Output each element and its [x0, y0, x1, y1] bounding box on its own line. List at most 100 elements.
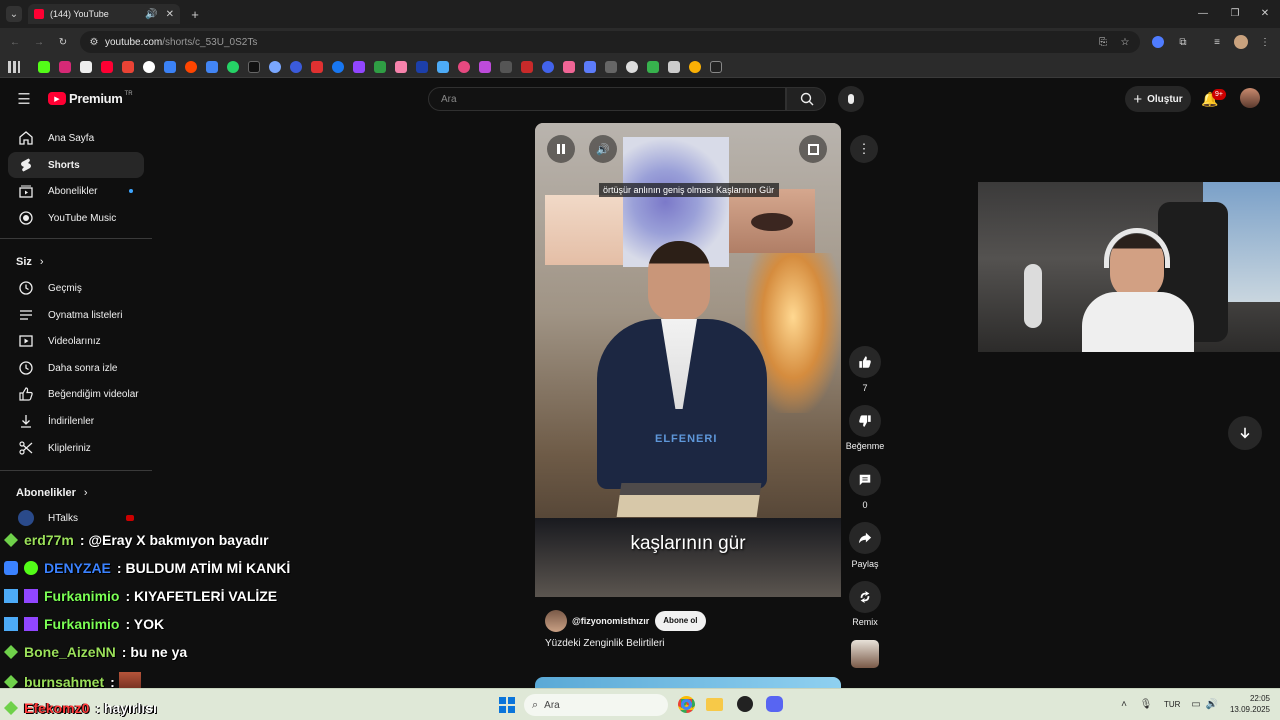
sidebar-item-playlists[interactable]: Oynatma listeleri — [8, 302, 144, 328]
tray-volume-icon[interactable]: 🔊 — [1206, 698, 1218, 710]
search-button[interactable] — [786, 87, 826, 111]
bookmark-icon[interactable] — [521, 61, 533, 73]
pause-button[interactable] — [547, 135, 575, 163]
sidebar-item-history[interactable]: Geçmiş — [8, 275, 144, 301]
bookmark-x-icon[interactable] — [80, 61, 92, 73]
like-button[interactable] — [849, 346, 881, 378]
profile-avatar-icon[interactable] — [1234, 35, 1248, 49]
browser-tab[interactable]: (144) YouTube 🔊 ✕ — [28, 4, 180, 24]
hamburger-menu-icon[interactable]: ☰ — [16, 91, 32, 108]
bookmark-facebook-icon[interactable] — [332, 61, 344, 73]
bookmark-gmail-icon[interactable] — [122, 61, 134, 73]
bookmark-icon[interactable] — [710, 61, 722, 73]
bookmark-star-icon[interactable]: ☆ — [1118, 35, 1132, 49]
subscribe-button[interactable]: Abone ol — [655, 611, 706, 631]
media-controls-icon[interactable]: ≡ — [1210, 35, 1224, 49]
window-close-icon[interactable]: ✕ — [1258, 6, 1272, 20]
bookmark-icon[interactable] — [290, 61, 302, 73]
bookmark-icon[interactable] — [374, 61, 386, 73]
voice-search-button[interactable] — [838, 86, 864, 112]
start-button[interactable] — [499, 697, 515, 713]
tab-audio-icon[interactable]: 🔊 — [145, 9, 157, 20]
sidebar-item-downloads[interactable]: İndirilenler — [8, 408, 144, 434]
chrome-taskbar-icon[interactable] — [678, 696, 695, 713]
bookmark-icon[interactable] — [437, 61, 449, 73]
volume-button[interactable]: 🔊 — [589, 135, 617, 163]
reload-icon[interactable]: ↻ — [56, 35, 70, 49]
extensions-icon[interactable]: ⧉ — [1176, 35, 1190, 49]
bookmark-icon[interactable] — [563, 61, 575, 73]
bookmark-icon[interactable] — [689, 61, 701, 73]
bookmark-icon[interactable] — [647, 61, 659, 73]
bookmark-reddit-icon[interactable] — [185, 61, 197, 73]
tray-language[interactable]: TUR — [1164, 700, 1180, 709]
back-icon[interactable]: ← — [8, 35, 22, 49]
bookmark-google-icon[interactable] — [143, 61, 155, 73]
bookmark-icon[interactable] — [479, 61, 491, 73]
bookmark-twitch-icon[interactable] — [353, 61, 365, 73]
sidebar-item-subscriptions[interactable]: Abonelikler — [8, 178, 144, 204]
short-title[interactable]: Yüzdeki Zenginlik Belirtileri — [545, 638, 665, 649]
tray-network-icon[interactable]: ▭ — [1190, 698, 1202, 710]
bookmark-icon[interactable] — [584, 61, 596, 73]
bookmark-icon[interactable] — [458, 61, 470, 73]
sidebar-item-shorts[interactable]: Shorts — [8, 152, 144, 178]
bookmark-icon[interactable] — [542, 61, 554, 73]
sidebar-item-liked-videos[interactable]: Beğendiğim videolar — [8, 381, 144, 407]
bookmark-kick-icon[interactable] — [38, 61, 50, 73]
sidebar-item-your-videos[interactable]: Videolarınız — [8, 328, 144, 354]
channel-avatar[interactable] — [545, 610, 567, 632]
install-app-icon[interactable]: ⎘ — [1096, 35, 1110, 49]
browser-menu-icon[interactable]: ⋮ — [1258, 35, 1272, 49]
extension-icon[interactable] — [1152, 36, 1164, 48]
taskbar-search[interactable]: ⌕ Ara — [524, 694, 668, 716]
sidebar-item-clips[interactable]: Klipleriniz — [8, 435, 144, 461]
bookmark-icon[interactable] — [269, 61, 281, 73]
tray-clock[interactable]: 22:05 13.09.2025 — [1224, 693, 1270, 715]
search-input[interactable]: Ara — [428, 87, 786, 111]
discord-taskbar-icon[interactable] — [766, 696, 783, 712]
tray-overflow-icon[interactable]: ˄ — [1118, 698, 1130, 710]
dislike-button[interactable] — [849, 405, 881, 437]
bookmark-icon[interactable] — [668, 61, 680, 73]
maximize-icon[interactable]: ❐ — [1228, 6, 1242, 20]
more-options-icon[interactable]: ⋮ — [850, 135, 878, 163]
shorts-player[interactable]: örtüşür anlının geniş olması Kaşlarının … — [535, 123, 841, 597]
sidebar-item-channel-htalks[interactable]: HTalks — [8, 505, 144, 531]
app-taskbar-icon[interactable] — [737, 696, 753, 712]
subscriptions-section-header[interactable]: Abonelikler › — [16, 487, 88, 499]
bookmark-instagram-icon[interactable] — [59, 61, 71, 73]
address-bar[interactable]: ⚙ youtube.com/shorts/c_53U_0S2Ts — [80, 31, 1140, 53]
bookmark-icon[interactable] — [395, 61, 407, 73]
bookmark-icon[interactable] — [206, 61, 218, 73]
youtube-logo[interactable]: ▶ Premium TR — [48, 91, 133, 106]
sidebar-item-watch-later[interactable]: Daha sonra izle — [8, 355, 144, 381]
bookmark-icon[interactable] — [416, 61, 428, 73]
new-tab-button[interactable]: + — [188, 6, 202, 22]
remix-button[interactable] — [849, 581, 881, 613]
tab-search-button[interactable]: ⌄ — [6, 6, 22, 22]
forward-icon[interactable]: → — [32, 35, 46, 49]
create-button[interactable]: + Oluştur — [1125, 86, 1191, 112]
share-button[interactable] — [849, 522, 881, 554]
tray-mic-icon[interactable]: 🎙 — [1140, 698, 1153, 710]
comments-button[interactable] — [849, 464, 881, 496]
sidebar-item-home[interactable]: Ana Sayfa — [8, 125, 144, 151]
sidebar-item-youtube-music[interactable]: YouTube Music — [8, 205, 144, 231]
next-short-button[interactable] — [1228, 416, 1262, 450]
site-info-icon[interactable]: ⚙ — [88, 36, 100, 48]
file-explorer-taskbar-icon[interactable] — [706, 698, 723, 711]
bookmark-youtube-icon[interactable] — [101, 61, 113, 73]
account-avatar[interactable] — [1240, 88, 1260, 108]
sound-thumbnail[interactable] — [851, 640, 879, 668]
bookmark-icon[interactable] — [311, 61, 323, 73]
apps-grid-icon[interactable] — [8, 61, 20, 73]
minimize-icon[interactable]: — — [1196, 6, 1210, 20]
tab-close-icon[interactable]: ✕ — [166, 9, 174, 20]
fullscreen-button[interactable] — [799, 135, 827, 163]
you-section-header[interactable]: Siz › — [16, 256, 44, 268]
bookmark-icon[interactable] — [626, 61, 638, 73]
bookmark-icon[interactable] — [164, 61, 176, 73]
bookmark-icon[interactable] — [500, 61, 512, 73]
bookmark-icon[interactable] — [248, 61, 260, 73]
